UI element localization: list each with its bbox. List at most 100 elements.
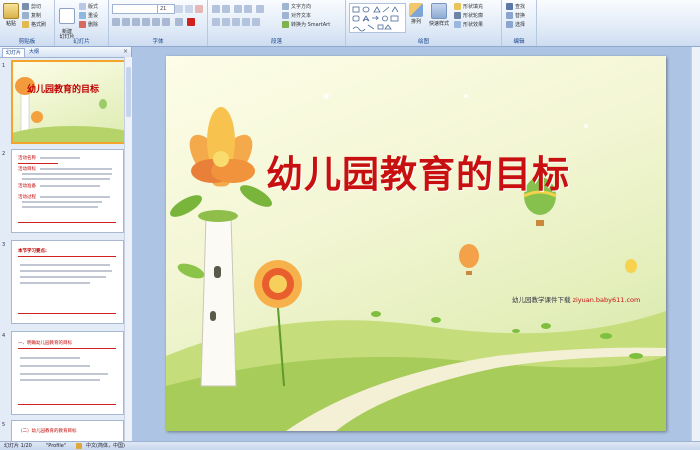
italic-icon[interactable] <box>122 18 130 26</box>
slide-title[interactable]: 幼儿园教育的目标 <box>228 144 608 198</box>
paragraph-group: 文字方向 对齐文本 转换为 SmartArt 段落 <box>208 0 346 46</box>
tab-outline[interactable]: 大纲 <box>26 48 42 56</box>
current-slide[interactable]: 幼儿园教育的目标 幼儿园教学课件下载 ziyuan.baby611.com <box>166 56 666 431</box>
font-size-combo[interactable]: 21 <box>157 4 175 14</box>
font-group: 21 字体 <box>109 0 208 46</box>
strikethrough-icon[interactable] <box>142 18 150 26</box>
brush-icon <box>22 21 29 28</box>
ribbon: 粘贴 剪切 复制 格式刷 剪贴板 新建 幻灯片 版式 重设 删除 幻灯片 21 … <box>0 0 700 47</box>
thumb-underline <box>18 348 116 349</box>
thumb-underline <box>18 222 116 223</box>
bold-icon[interactable] <box>112 18 120 26</box>
layout-button[interactable]: 版式 <box>79 3 98 10</box>
justify-icon[interactable] <box>242 18 250 26</box>
smartart-button[interactable]: 转换为 SmartArt <box>282 21 330 28</box>
drawing-label: 绘图 <box>417 39 429 45</box>
arrange-icon <box>409 3 423 17</box>
thumb-line: 活动目标 <box>18 167 36 172</box>
format-painter-button[interactable]: 格式刷 <box>22 21 46 28</box>
thumb-title: 幼儿园教育的目标 <box>27 85 100 95</box>
spellcheck-icon[interactable] <box>76 443 82 449</box>
shape-fill-button[interactable]: 形状填充 <box>454 3 483 10</box>
underline-icon[interactable] <box>132 18 140 26</box>
cut-button[interactable]: 剪切 <box>22 3 41 10</box>
align-left-icon[interactable] <box>212 18 220 26</box>
copy-icon <box>22 12 29 19</box>
change-case-icon[interactable] <box>175 18 183 26</box>
panel-tabs: 幻灯片 大纲 × <box>0 47 131 58</box>
thumb-illustration <box>13 77 124 142</box>
thumb-heading: 本节学习要点: <box>18 249 47 254</box>
thumb-placeholder-line <box>20 276 106 278</box>
thumb-placeholder-line <box>20 264 110 266</box>
shadow-icon[interactable] <box>152 18 160 26</box>
slide-thumb-4[interactable]: 一、明确幼儿园教育的目标 <box>11 331 124 415</box>
find-button[interactable]: 查找 <box>506 3 525 10</box>
slide-thumb-2[interactable]: 活动名称 活动目标 活动准备 活动过程 <box>11 149 124 233</box>
clear-format-icon[interactable] <box>195 5 203 13</box>
replace-button[interactable]: 替换 <box>506 12 525 19</box>
char-spacing-icon[interactable] <box>162 18 170 26</box>
font-name-combo[interactable] <box>112 4 158 14</box>
slide-thumb-5[interactable]: （二）幼儿园教育的教育目标 <box>11 420 124 443</box>
numbering-icon[interactable] <box>222 5 230 13</box>
paragraph-label: 段落 <box>270 39 282 45</box>
new-slide-icon <box>59 8 75 24</box>
smartart-icon <box>282 21 289 28</box>
shapes-gallery[interactable] <box>349 3 406 33</box>
bullets-icon[interactable] <box>212 5 220 13</box>
thumb-placeholder-line <box>40 157 80 159</box>
clipboard-group: 粘贴 剪切 复制 格式刷 剪贴板 <box>0 0 55 46</box>
reset-button[interactable]: 重设 <box>79 12 98 19</box>
slide-credit: 幼儿园教学课件下载 ziyuan.baby611.com <box>512 294 640 304</box>
grow-font-icon[interactable] <box>175 5 183 13</box>
new-slide-button[interactable]: 新建 幻灯片 <box>57 3 77 40</box>
panel-scrollbar[interactable] <box>124 57 132 441</box>
slide-thumb-1[interactable]: 幼儿园教育的目标 <box>11 60 126 144</box>
increase-indent-icon[interactable] <box>244 5 252 13</box>
thumb-placeholder-line <box>20 357 80 359</box>
thumb-placeholder-line <box>20 379 100 381</box>
columns-icon[interactable] <box>252 18 260 26</box>
thumb-placeholder-line <box>22 206 98 208</box>
copy-button[interactable]: 复制 <box>22 12 41 19</box>
layout-icon <box>79 3 86 10</box>
thumb-placeholder-line <box>20 282 90 284</box>
align-center-icon[interactable] <box>222 18 230 26</box>
reset-icon <box>79 12 86 19</box>
editor-scrollbar[interactable] <box>691 47 700 441</box>
line-spacing-icon[interactable] <box>256 5 264 13</box>
text-direction-button[interactable]: 文字方向 <box>282 3 311 10</box>
tab-slides[interactable]: 幻灯片 <box>2 48 26 57</box>
shape-effects-button[interactable]: 形状效果 <box>454 21 483 28</box>
paint-bucket-icon <box>454 3 461 10</box>
thumb-number: 4 <box>2 333 6 339</box>
thumb-number: 3 <box>2 242 6 248</box>
shrink-font-icon[interactable] <box>185 5 193 13</box>
select-button[interactable]: 选择 <box>506 21 525 28</box>
align-right-icon[interactable] <box>232 18 240 26</box>
drawing-group: 排列 快速样式 形状填充 形状轮廓 形状效果 绘图 <box>346 0 502 46</box>
font-label: 字体 <box>152 39 164 45</box>
slide-editor: 幼儿园教育的目标 幼儿园教学课件下载 ziyuan.baby611.com <box>132 47 700 441</box>
thumb-underline <box>18 404 116 405</box>
delete-button[interactable]: 删除 <box>79 21 98 28</box>
thumb-number: 2 <box>2 151 6 157</box>
align-text-button[interactable]: 对齐文本 <box>282 12 311 19</box>
slides-group: 新建 幻灯片 版式 重设 删除 幻灯片 <box>55 0 109 46</box>
slides-panel: 幻灯片 大纲 × 1 幼儿园教育的目标 2 活动名称 活动目标 活动准备 活动过… <box>0 47 132 443</box>
slides-label: 幻灯片 <box>73 39 90 45</box>
delete-icon <box>79 21 86 28</box>
thumb-placeholder-line <box>20 270 112 272</box>
arrange-button[interactable]: 排列 <box>408 3 424 25</box>
panel-scroll-thumb[interactable] <box>126 67 131 117</box>
font-color-icon[interactable] <box>187 18 195 26</box>
thumb-number: 1 <box>2 63 6 69</box>
quick-styles-button[interactable]: 快速样式 <box>428 3 450 27</box>
paste-button[interactable]: 粘贴 <box>3 3 19 27</box>
slide-thumb-3[interactable]: 本节学习要点: <box>11 240 124 324</box>
close-icon[interactable]: × <box>123 48 128 55</box>
thumb-placeholder-line <box>20 373 108 375</box>
shape-outline-button[interactable]: 形状轮廓 <box>454 12 483 19</box>
decrease-indent-icon[interactable] <box>234 5 242 13</box>
